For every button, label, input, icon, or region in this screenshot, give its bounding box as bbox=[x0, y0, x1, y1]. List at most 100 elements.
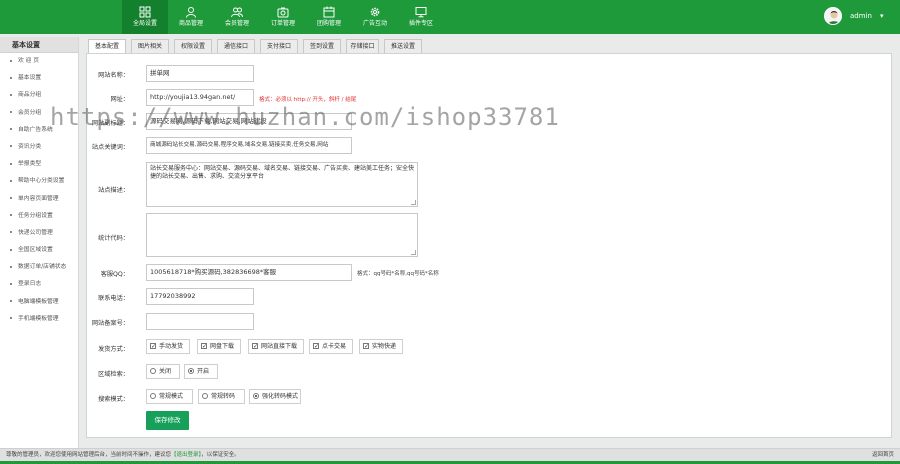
sidebar-item-label: 快递公司管理 bbox=[18, 229, 53, 236]
phone-label: 联系电话： bbox=[98, 295, 129, 302]
checkbox-checked-icon[interactable]: ✓ bbox=[313, 342, 319, 349]
save-button[interactable]: 保存修改 bbox=[146, 411, 189, 430]
sidebar-item-label: 举报类型 bbox=[18, 161, 42, 168]
keywords-input[interactable]: 商城源码站长交易,源码交易,程序交易,域名交易,链接买卖,任务交易,网站 bbox=[146, 137, 352, 154]
tab[interactable]: 存储接口 bbox=[346, 39, 379, 53]
footer-message: 尊敬的管理员，欢迎您使用网站管理后台，当前时间不操作，建议您【退出登录】，以保证… bbox=[6, 449, 240, 461]
resize-handle[interactable] bbox=[411, 200, 416, 205]
tab[interactable]: 图片相关 bbox=[131, 39, 169, 53]
ship-option-manual[interactable]: ✓ 手动发货 bbox=[146, 339, 190, 354]
nav-ads[interactable]: 广告互动 bbox=[352, 0, 398, 34]
sidebar-item-label: 欢 迎 页 bbox=[18, 58, 40, 64]
users-icon bbox=[231, 7, 243, 18]
sidebar-item[interactable]: 登录日志 bbox=[0, 276, 78, 293]
sidebar-item[interactable]: 电脑端模板管理 bbox=[0, 294, 78, 311]
nav-global-settings[interactable]: 全局设置 bbox=[122, 0, 168, 34]
option-label: 网站直接下载 bbox=[261, 343, 298, 350]
nav-orders[interactable]: 订单管理 bbox=[260, 0, 306, 34]
radio-selected-icon[interactable] bbox=[188, 367, 194, 374]
tab[interactable]: 推送设置 bbox=[384, 39, 422, 53]
site-name-input[interactable]: 拼单网 bbox=[146, 65, 254, 82]
sidebar-item[interactable]: 全国区域设置 bbox=[0, 242, 78, 259]
user-menu[interactable]: admin ▾ bbox=[824, 7, 890, 27]
checkbox-checked-icon[interactable]: ✓ bbox=[252, 342, 258, 349]
tab[interactable]: 基本配置 bbox=[88, 39, 126, 54]
logout-link[interactable]: 【退出登录】 bbox=[171, 452, 201, 458]
tab[interactable]: 权限设置 bbox=[174, 39, 212, 53]
chevron-down-icon[interactable]: ▾ bbox=[880, 12, 884, 20]
option-label: 网盘下载 bbox=[210, 343, 235, 350]
search-option-transcode[interactable]: 常规转码 bbox=[198, 389, 245, 404]
sidebar-item-label: 数据订单/店铺状态 bbox=[18, 264, 67, 271]
checkbox-checked-icon[interactable]: ✓ bbox=[363, 342, 369, 349]
sidebar-item[interactable]: 快递公司管理 bbox=[0, 225, 78, 242]
ship-option-netdisk[interactable]: ✓ 网盘下载 bbox=[197, 339, 241, 354]
nav-label: 插件专区 bbox=[408, 20, 433, 27]
sidebar-item[interactable]: 商品分组 bbox=[0, 87, 78, 104]
sidebar-item[interactable]: 基本设置 bbox=[0, 70, 78, 87]
radio-icon[interactable] bbox=[150, 392, 156, 399]
nav-groupbuy[interactable]: 团购管理 bbox=[306, 0, 352, 34]
checkbox-checked-icon[interactable]: ✓ bbox=[150, 342, 156, 349]
qq-input[interactable]: 1005618718*购买源码,382836698*客服 bbox=[146, 264, 352, 281]
subtitle-input[interactable]: 源码交易网,源码下载,网站交易,网站建设 bbox=[146, 113, 352, 130]
sidebar-item[interactable]: 自助广告系统 bbox=[0, 122, 78, 139]
nav-goods[interactable]: 商品管理 bbox=[168, 0, 214, 34]
nav-plugins[interactable]: 插件专区 bbox=[398, 0, 444, 34]
ship-option-card[interactable]: ✓ 点卡交易 bbox=[309, 339, 353, 354]
radio-icon[interactable] bbox=[202, 392, 208, 399]
status-footer: 尊敬的管理员，欢迎您使用网站管理后台，当前时间不操作，建议您【退出登录】，以保证… bbox=[0, 448, 900, 464]
bullet-icon bbox=[10, 145, 12, 148]
sidebar-item[interactable]: 举报类型 bbox=[0, 156, 78, 173]
phone-input[interactable]: 17792038992 bbox=[146, 288, 254, 305]
sidebar-item[interactable]: 会员分组 bbox=[0, 105, 78, 122]
avatar[interactable] bbox=[824, 7, 842, 25]
sidebar-item-label: 登录日志 bbox=[18, 281, 42, 288]
checkbox-checked-icon[interactable]: ✓ bbox=[201, 342, 207, 349]
sidebar-item-label: 资讯分类 bbox=[18, 143, 42, 150]
search-option-enhanced[interactable]: 强化转码模式 bbox=[249, 389, 301, 404]
bullet-icon bbox=[10, 214, 12, 217]
radio-icon[interactable] bbox=[150, 367, 156, 374]
bullet-icon bbox=[10, 300, 12, 303]
ship-option-direct-download[interactable]: ✓ 网站直接下载 bbox=[248, 339, 304, 354]
bullet-icon bbox=[10, 248, 12, 251]
search-option-normal[interactable]: 常规模式 bbox=[146, 389, 193, 404]
url-input[interactable]: http://youjia13.94gan.net/ bbox=[146, 89, 254, 106]
tab[interactable]: 支付接口 bbox=[260, 39, 298, 53]
option-label: 常规转码 bbox=[211, 393, 236, 400]
back-home-link[interactable]: 返回首页 bbox=[872, 449, 894, 461]
sidebar-item[interactable]: 手机端模板管理 bbox=[0, 311, 78, 328]
bullet-icon bbox=[10, 128, 12, 131]
bullet-icon bbox=[10, 59, 12, 62]
sidebar-item[interactable]: 欢 迎 页 bbox=[0, 53, 78, 70]
bullet-icon bbox=[10, 197, 12, 199]
bullet-icon bbox=[10, 179, 12, 182]
sidebar-item[interactable]: 资讯分类 bbox=[0, 139, 78, 156]
sidebar-item[interactable]: 任务分组设置 bbox=[0, 208, 78, 225]
region-option-on[interactable]: 开启 bbox=[184, 364, 218, 379]
region-option-off[interactable]: 关闭 bbox=[146, 364, 180, 379]
bullet-icon bbox=[10, 282, 12, 285]
tab[interactable]: 通信接口 bbox=[217, 39, 255, 53]
radio-selected-icon[interactable] bbox=[253, 392, 259, 399]
option-label: 手动发货 bbox=[159, 343, 184, 350]
sidebar-item-label: 任务分组设置 bbox=[18, 212, 53, 219]
sidebar-item[interactable]: 帮助中心分类设置 bbox=[0, 173, 78, 190]
monitor-icon bbox=[415, 7, 427, 18]
sidebar-item[interactable]: 单内容页面管理 bbox=[0, 191, 78, 208]
stats-code-textarea[interactable] bbox=[146, 213, 418, 257]
ship-option-express[interactable]: ✓ 实物快递 bbox=[359, 339, 403, 354]
region-search-label: 区域检索： bbox=[98, 371, 129, 378]
option-label: 实物快递 bbox=[372, 343, 397, 350]
sidebar-item-label: 手机端模板管理 bbox=[18, 315, 59, 322]
description-textarea[interactable]: 站长交易服务中心：网站交易、源码交易、域名交易、链接交易、广告买卖、建站美工任务… bbox=[146, 162, 418, 207]
nav-members[interactable]: 会员管理 bbox=[214, 0, 260, 34]
url-label: 网址： bbox=[110, 96, 129, 103]
tab[interactable]: 签到设置 bbox=[303, 39, 341, 53]
icp-input[interactable] bbox=[146, 313, 254, 330]
subtitle-label: 网站副标题： bbox=[91, 120, 129, 127]
resize-handle[interactable] bbox=[411, 250, 416, 255]
sidebar-item[interactable]: 数据订单/店铺状态 bbox=[0, 259, 78, 276]
avatar-face-icon bbox=[828, 11, 840, 24]
